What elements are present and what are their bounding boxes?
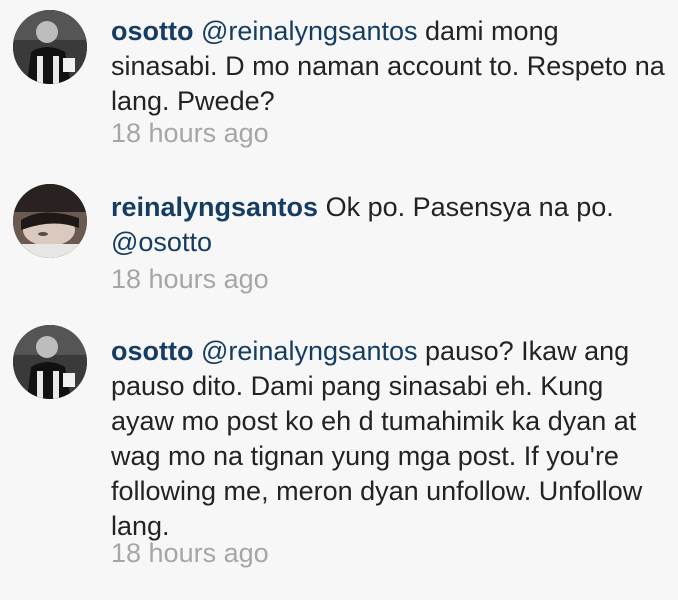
comment-username[interactable]: reinalyngsantos xyxy=(111,192,318,222)
comment-timestamp: 18 hours ago xyxy=(111,264,269,294)
comment-body: Ok po. Pasensya na po. xyxy=(318,192,614,222)
comment-timestamp: 18 hours ago xyxy=(111,538,269,568)
comment-username[interactable]: osotto xyxy=(111,16,193,46)
comment-timestamp: 18 hours ago xyxy=(111,118,269,148)
comment-username[interactable]: osotto xyxy=(111,336,193,366)
profile-photo-osotto-icon xyxy=(13,325,87,399)
comment-text: osotto @reinalyngsantos pauso? Ikaw ang … xyxy=(111,334,666,544)
comment-text: reinalyngsantos Ok po. Pasensya na po. @… xyxy=(111,190,666,260)
comment-body: pauso? Ikaw ang pauso dito. Dami pang si… xyxy=(111,336,643,541)
comment-mention[interactable]: @reinalyngsantos xyxy=(201,336,418,366)
comment-text: osotto @reinalyngsantos dami mong sinasa… xyxy=(111,14,666,119)
comment-mention[interactable]: @osotto xyxy=(111,227,212,257)
avatar[interactable] xyxy=(13,10,87,84)
avatar[interactable] xyxy=(13,325,87,399)
avatar[interactable] xyxy=(13,184,87,258)
comment-mention[interactable]: @reinalyngsantos xyxy=(201,16,418,46)
profile-photo-reinalyngsantos-icon xyxy=(13,184,87,258)
profile-photo-osotto-icon xyxy=(13,10,87,84)
